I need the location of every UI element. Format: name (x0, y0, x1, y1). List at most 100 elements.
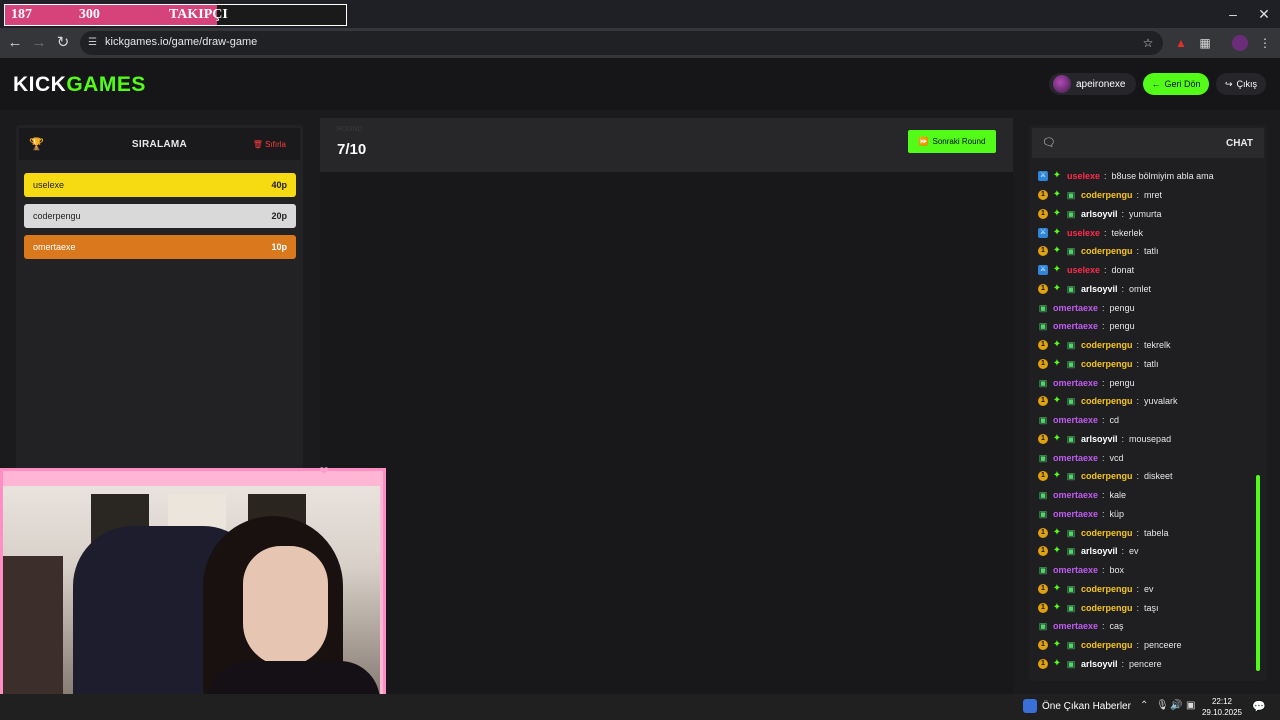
sparkle-badge-icon: ✦ (1052, 282, 1062, 294)
streamer-face (243, 546, 328, 666)
chat-username[interactable]: omertaexe (1053, 621, 1098, 631)
sparkle-badge-icon: ✦ (1052, 207, 1062, 219)
webcam-video (3, 486, 380, 716)
chat-text: pencere (1129, 658, 1162, 669)
chat-separator: : (1136, 340, 1140, 351)
sparkle-badge-icon: ✦ (1052, 395, 1062, 407)
chat-text: ev (1129, 546, 1139, 557)
tray-chevron-icon[interactable]: ⌃ (1140, 700, 1148, 711)
logout-button[interactable]: ↪ Çıkış (1216, 73, 1266, 95)
chat-panel: 🗨 CHAT ⚔ ✦ uselexe: b8use bölmiyim abla ama… (1029, 125, 1267, 681)
sparkle-badge-icon: ✦ (1052, 601, 1062, 613)
extensions-puzzle-icon[interactable]: ▦ (1197, 35, 1213, 51)
chat-separator: : (1136, 471, 1140, 482)
chat-username[interactable]: coderpengu (1081, 359, 1133, 369)
user-profile-pill[interactable]: apeironexe (1049, 73, 1136, 95)
chat-username[interactable]: arlsoyvil (1081, 284, 1118, 294)
chat-username[interactable]: coderpengu (1081, 640, 1133, 650)
chat-username[interactable]: coderpengu (1081, 396, 1133, 406)
site-info-icon[interactable]: ☰ (88, 37, 99, 48)
news-widget[interactable]: Öne Çıkan Haberler (1023, 699, 1131, 713)
chat-username[interactable]: arlsoyvil (1081, 209, 1118, 219)
chat-username[interactable]: uselexe (1067, 228, 1100, 238)
chat-username[interactable]: omertaexe (1053, 509, 1098, 519)
chat-username[interactable]: coderpengu (1081, 471, 1133, 481)
chat-username[interactable]: coderpengu (1081, 190, 1133, 200)
leaderboard-row: omertaexe 10p (24, 235, 296, 259)
chat-message: 1 ✦ ▣ coderpengu: tatlı (1038, 355, 1258, 374)
chat-text: tekrelk (1144, 340, 1171, 351)
close-window-icon[interactable]: ✕ (1244, 4, 1280, 24)
extension-icon[interactable]: ▲ (1173, 35, 1189, 51)
chat-username[interactable]: omertaexe (1053, 565, 1098, 575)
chat-username[interactable]: omertaexe (1053, 321, 1098, 331)
bookmark-star-icon[interactable]: ☆ (1140, 35, 1156, 51)
chat-text: mousepad (1129, 433, 1172, 444)
volume-icon[interactable]: 🔊 (1170, 700, 1182, 711)
chat-separator: : (1102, 490, 1105, 501)
system-clock[interactable]: 22:12 29.10.2025 (1200, 696, 1244, 718)
chat-message: 1 ✦ ▣ arlsoyvil: yumurta (1038, 205, 1258, 224)
leaderboard-header: 🏆 SIRALAMA 🗑 Sıfırla (19, 128, 300, 160)
arrow-left-icon: ← (1151, 79, 1161, 89)
chat-text: penceere (1144, 640, 1182, 651)
chat-message: 1 ✦ ▣ arlsoyvil: omlet (1038, 280, 1258, 299)
profile-avatar-icon[interactable] (1232, 35, 1248, 51)
chat-username[interactable]: omertaexe (1053, 378, 1098, 388)
chat-text: caş (1109, 621, 1124, 632)
chat-separator: : (1136, 190, 1140, 201)
clock-time: 22:12 (1211, 697, 1233, 706)
chat-username[interactable]: coderpengu (1081, 528, 1133, 538)
chat-separator: : (1136, 246, 1140, 257)
sub-badge-icon: 1 (1038, 527, 1048, 538)
chat-text: mret (1144, 190, 1163, 201)
chat-username[interactable]: arlsoyvil (1081, 659, 1118, 669)
chat-message: ⚔ ✦ uselexe: donat (1038, 261, 1258, 280)
chat-message: 1 ✦ ▣ coderpengu: tatlı (1038, 242, 1258, 261)
chat-username[interactable]: omertaexe (1053, 490, 1098, 500)
network-icon[interactable]: ▣ (1186, 700, 1195, 711)
chat-username[interactable]: omertaexe (1053, 303, 1098, 313)
chat-username[interactable]: uselexe (1067, 171, 1100, 181)
url-field[interactable]: ☰ kickgames.io/game/draw-game (80, 31, 1163, 55)
sparkle-badge-icon: ✦ (1052, 582, 1062, 594)
kickgames-logo[interactable]: KICKGAMES (13, 73, 146, 97)
chat-scrollbar[interactable] (1256, 475, 1260, 671)
chat-text: kale (1109, 490, 1127, 501)
logout-button-label: Çıkış (1236, 79, 1258, 89)
forward-arrow-icon[interactable]: → (28, 33, 50, 53)
chat-username[interactable]: coderpengu (1081, 584, 1133, 594)
browser-menu-icon[interactable]: ⋮ (1257, 35, 1273, 51)
back-button[interactable]: ← Geri Dön (1143, 73, 1209, 95)
gift-badge-icon: ▣ (1066, 396, 1076, 407)
chat-username[interactable]: arlsoyvil (1081, 434, 1118, 444)
sparkle-badge-icon: ✦ (1052, 226, 1062, 238)
reset-button[interactable]: 🗑 Sıfırla (253, 140, 286, 149)
sparkle-badge-icon: ✦ (1052, 526, 1062, 538)
chat-message-list[interactable]: ⚔ ✦ uselexe: b8use bölmiyim abla ama 1 ✦ ▣ code… (1038, 167, 1258, 673)
chat-text: omlet (1129, 283, 1152, 294)
player-points: 40p (271, 180, 287, 190)
chat-text: donat (1111, 265, 1135, 276)
chat-username[interactable]: omertaexe (1053, 453, 1098, 463)
leaderboard-row: uselexe 40p (24, 173, 296, 197)
reload-icon[interactable]: ↻ (52, 33, 74, 53)
notification-icon[interactable]: 💬 (1252, 700, 1266, 713)
follower-goal: 300 (78, 7, 100, 22)
chat-username[interactable]: coderpengu (1081, 340, 1133, 350)
chat-username[interactable]: arlsoyvil (1081, 546, 1118, 556)
sub-badge-icon: 1 (1038, 208, 1048, 219)
next-round-button[interactable]: ⏩ Sonraki Round (908, 130, 996, 153)
microphone-icon[interactable]: 🎙 (1156, 700, 1169, 711)
url-text: kickgames.io/game/draw-game (105, 36, 258, 48)
chat-separator: : (1104, 171, 1107, 182)
webcam-overlay: ❤ ★ (0, 464, 386, 720)
chat-username[interactable]: coderpengu (1081, 246, 1133, 256)
address-bar-row: ← → ↻ ☰ kickgames.io/game/draw-game ☆ ▲ … (0, 28, 1280, 58)
chat-username[interactable]: omertaexe (1053, 415, 1098, 425)
chat-username[interactable]: coderpengu (1081, 603, 1133, 613)
follower-count: 187 (11, 7, 32, 22)
drawing-canvas[interactable] (320, 172, 1013, 694)
back-arrow-icon[interactable]: ← (4, 33, 26, 53)
chat-username[interactable]: uselexe (1067, 265, 1100, 275)
